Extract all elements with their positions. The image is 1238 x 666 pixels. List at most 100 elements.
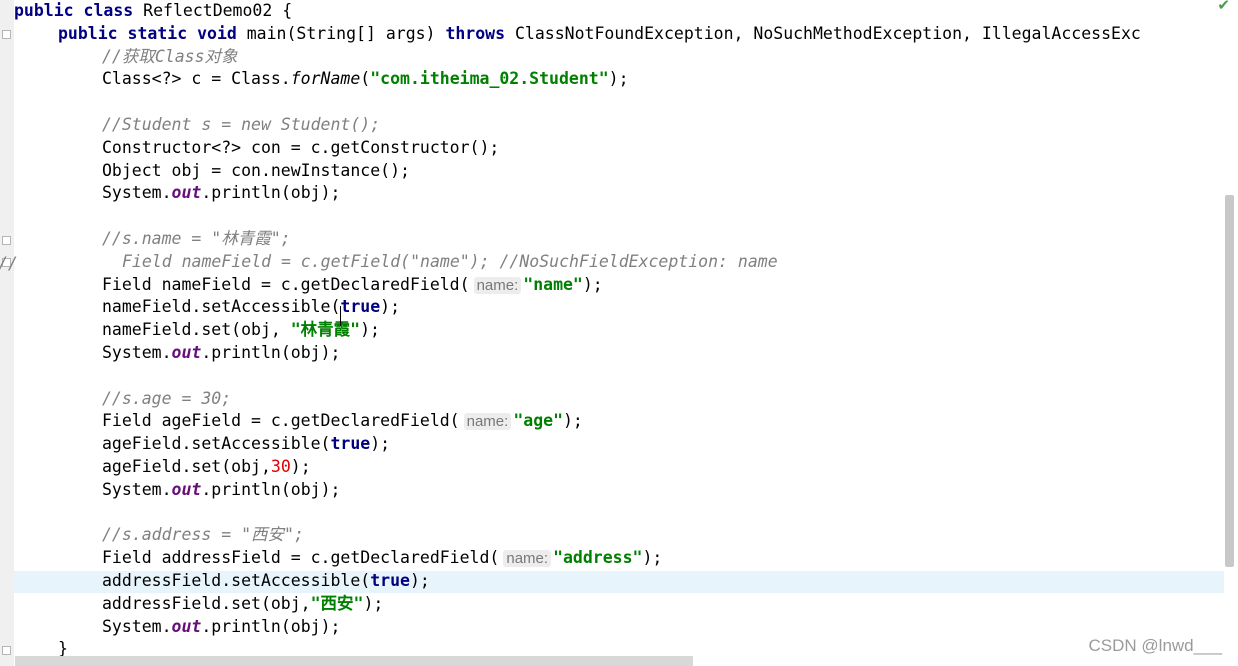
code-token: Class<?> c = Class. xyxy=(102,69,291,89)
code-token: ); xyxy=(370,434,391,454)
code-token: .println(obj); xyxy=(201,616,341,636)
code-token: ); xyxy=(642,548,663,568)
code-token: "林青霞" xyxy=(290,320,361,340)
code-token: throws xyxy=(445,23,506,43)
code-token: "age" xyxy=(513,411,563,431)
code-line[interactable]: nameField.setAccessible(true); xyxy=(14,296,1141,319)
code-text[interactable]: public class ReflectDemo02 {public stati… xyxy=(14,0,1141,661)
code-line[interactable]: public static void main(String[] args) t… xyxy=(14,23,1141,46)
code-token: //s.age = 30; xyxy=(102,388,232,408)
code-line[interactable] xyxy=(14,502,1141,525)
code-line[interactable]: ageField.setAccessible(true); xyxy=(14,433,1141,456)
code-line[interactable]: public class ReflectDemo02 { xyxy=(14,0,1141,23)
code-token: Field ageField = c.getDeclaredField( xyxy=(102,411,460,431)
code-token: out xyxy=(171,616,202,636)
code-token: System. xyxy=(102,616,172,636)
code-line[interactable]: System.out.println(obj); xyxy=(14,182,1141,205)
fold-marker-icon[interactable] xyxy=(2,30,11,39)
parameter-hint: name: xyxy=(503,550,552,568)
code-line[interactable]: Field addressField = c.getDeclaredField(… xyxy=(14,547,1141,570)
vertical-scrollbar[interactable] xyxy=(1224,0,1238,666)
code-token: ); xyxy=(290,456,311,476)
code-token: nameField.set(obj, xyxy=(102,320,291,340)
code-token: ); xyxy=(380,297,401,317)
code-token: System. xyxy=(102,479,172,499)
code-editor[interactable]: // public class ReflectDemo02 {public st… xyxy=(0,0,1238,666)
code-token: ); xyxy=(582,274,603,294)
code-line[interactable]: //s.address = "西安"; xyxy=(14,524,1141,547)
code-token: System. xyxy=(102,183,172,203)
code-token: "name" xyxy=(523,274,583,294)
code-token: Object obj = con.newInstance(); xyxy=(102,160,410,180)
code-line[interactable]: Field ageField = c.getDeclaredField(name… xyxy=(14,410,1141,433)
vertical-scrollbar-thumb[interactable] xyxy=(1225,195,1234,567)
code-token: "com.itheima_02.Student" xyxy=(370,69,609,89)
code-line[interactable] xyxy=(14,91,1141,114)
code-token: ); xyxy=(360,320,380,340)
fold-marker-icon[interactable] xyxy=(2,646,11,655)
code-line[interactable]: Field nameField = c.getField("name"); //… xyxy=(14,251,1141,274)
code-line[interactable]: //s.name = "林青霞"; xyxy=(14,228,1141,251)
code-token: ); xyxy=(363,593,384,613)
horizontal-scrollbar-thumb[interactable] xyxy=(15,656,693,666)
code-line[interactable]: Object obj = con.newInstance(); xyxy=(14,160,1141,183)
fold-marker-icon[interactable] xyxy=(2,236,11,245)
code-token: .println(obj); xyxy=(201,183,341,203)
code-token: true xyxy=(370,570,410,590)
code-line[interactable] xyxy=(14,365,1141,388)
code-token: //s.name = "林青霞"; xyxy=(102,228,291,248)
code-token: public class xyxy=(14,1,134,20)
code-line[interactable]: Constructor<?> con = c.getConstructor(); xyxy=(14,137,1141,160)
code-line[interactable]: //获取Class对象 xyxy=(14,46,1141,69)
code-token: ageField.set(obj, xyxy=(102,456,271,476)
code-token: 30 xyxy=(270,456,291,476)
code-token: .println(obj); xyxy=(201,479,341,499)
watermark: CSDN @lnwd___ xyxy=(1088,636,1222,655)
code-token: Field nameField = c.getDeclaredField( xyxy=(102,274,470,294)
code-token: .println(obj); xyxy=(201,342,341,362)
code-token: Field addressField = c.getDeclaredField( xyxy=(102,548,500,568)
code-token: System. xyxy=(102,342,172,362)
code-token: addressField.setAccessible( xyxy=(102,570,371,590)
code-line[interactable]: //Student s = new Student(); xyxy=(14,114,1141,137)
code-line[interactable]: System.out.println(obj); xyxy=(14,616,1141,639)
parameter-hint: name: xyxy=(473,276,522,294)
code-line[interactable]: Field nameField = c.getDeclaredField(nam… xyxy=(14,274,1141,297)
text-cursor xyxy=(340,306,341,326)
code-token: //Student s = new Student(); xyxy=(102,114,381,134)
code-token: out xyxy=(171,183,202,203)
code-line[interactable]: System.out.println(obj); xyxy=(14,342,1141,365)
parameter-hint: name: xyxy=(463,413,512,431)
code-line[interactable]: addressField.set(obj,"西安"); xyxy=(14,593,1141,616)
editor-gutter[interactable] xyxy=(0,0,14,666)
code-line[interactable] xyxy=(14,205,1141,228)
code-token: forName xyxy=(290,69,361,89)
code-line[interactable]: Class<?> c = Class.forName("com.itheima_… xyxy=(14,68,1141,91)
code-token: //s.address = "西安"; xyxy=(102,525,304,545)
code-token: "address" xyxy=(553,548,643,568)
check-icon: ✔ xyxy=(1217,0,1230,14)
code-line[interactable]: //s.age = 30; xyxy=(14,388,1141,411)
code-token: addressField.set(obj, xyxy=(102,593,311,613)
code-token: true xyxy=(340,297,381,317)
code-token: ReflectDemo02 { xyxy=(133,1,293,20)
code-token: out xyxy=(171,342,202,362)
code-token: main(String[] args) xyxy=(236,23,446,43)
code-token: ); xyxy=(563,411,583,431)
code-token: ClassNotFoundException, NoSuchMethodExce… xyxy=(505,23,1141,43)
code-line[interactable]: System.out.println(obj); xyxy=(14,479,1141,502)
code-line[interactable]: addressField.setAccessible(true); xyxy=(14,570,1141,593)
code-token: ( xyxy=(360,69,371,89)
code-token: Constructor<?> con = c.getConstructor(); xyxy=(102,137,500,157)
code-token: public static void xyxy=(58,23,237,43)
code-line[interactable]: nameField.set(obj, "林青霞"); xyxy=(14,319,1141,342)
code-token: "西安" xyxy=(310,593,364,613)
code-token: ); xyxy=(409,570,430,590)
code-token: Field nameField = c.getField("name"); //… xyxy=(122,251,778,271)
code-token: nameField.setAccessible( xyxy=(102,297,341,317)
code-token: true xyxy=(330,434,371,454)
code-token: out xyxy=(171,479,202,499)
code-token: //获取Class对象 xyxy=(102,46,238,66)
code-line[interactable]: ageField.set(obj,30); xyxy=(14,456,1141,479)
code-token: ); xyxy=(608,69,629,89)
